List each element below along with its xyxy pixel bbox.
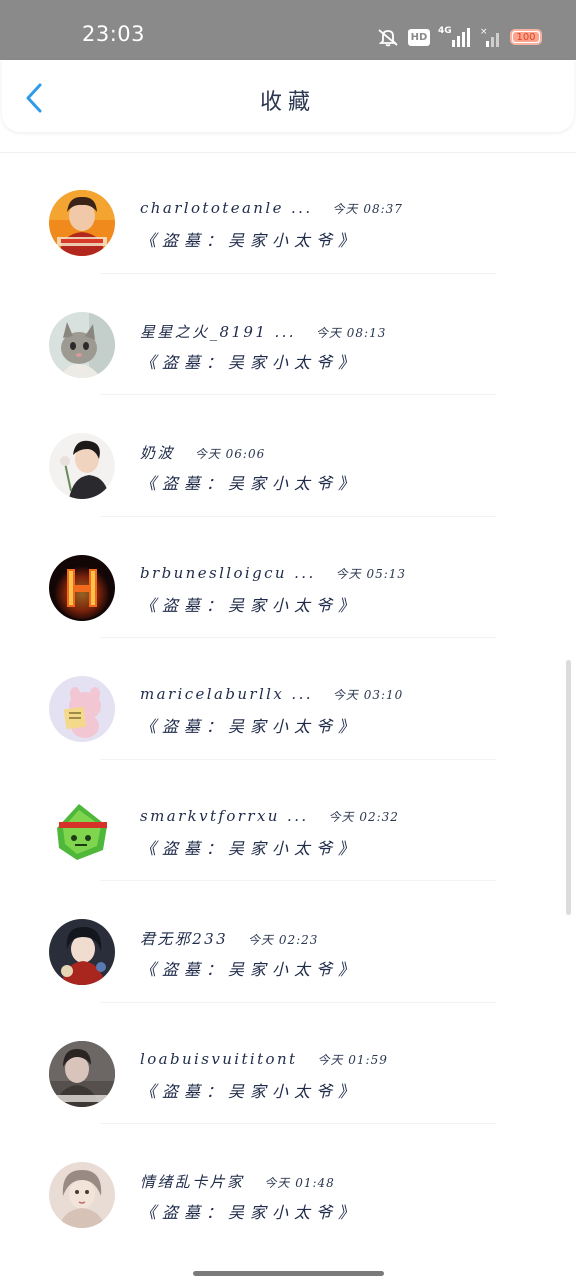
item-name: maricelaburllx ... — [140, 685, 313, 703]
avatar[interactable] — [49, 919, 115, 985]
battery-icon: 100 — [510, 29, 542, 45]
avatar[interactable] — [49, 433, 115, 499]
item-name: 星星之火_8191 ... — [140, 322, 296, 341]
item-subtitle: 《盗墓：吴家小太爷》 — [140, 595, 361, 615]
avatar[interactable] — [49, 1040, 115, 1107]
item-time: 今天 02:23 — [248, 933, 319, 947]
item-name: 君无邪233 — [140, 930, 229, 948]
item-name: charlototeanle ... — [140, 199, 313, 217]
mute-bell-icon — [376, 27, 400, 47]
item-subtitle: 《盗墓：吴家小太爷》 — [140, 717, 361, 736]
list-item[interactable]: 君无邪233 今天 02:23 《盗墓：吴家小太爷》 — [0, 881, 576, 1003]
favorites-list: charlototeanle ... 今天 08:37 《盗墓：吴家小太爷》 星… — [0, 152, 576, 1246]
svg-text:×: × — [480, 27, 488, 37]
item-subtitle: 《盗墓：吴家小太爷》 — [140, 474, 361, 493]
item-subtitle: 《盗墓：吴家小太爷》 — [140, 1203, 361, 1222]
item-subtitle: 《盗墓：吴家小太爷》 — [140, 1081, 361, 1101]
item-time: 今天 02:32 — [328, 809, 399, 824]
page-title: 收藏 — [259, 90, 316, 115]
item-subtitle: 《盗墓：吴家小太爷》 — [140, 960, 361, 979]
home-indicator[interactable] — [193, 1271, 384, 1276]
avatar[interactable] — [49, 311, 115, 378]
item-subtitle: 《盗墓：吴家小太爷》 — [140, 838, 361, 858]
avatar[interactable] — [49, 554, 115, 621]
item-time: 今天 03:10 — [332, 688, 404, 702]
item-name: brbuneslloigcu ... — [140, 563, 316, 582]
avatar[interactable] — [49, 797, 115, 864]
item-time: 今天 08:13 — [315, 325, 387, 340]
item-subtitle: 《盗墓：吴家小太爷》 — [140, 231, 361, 250]
item-name: smarkvtforrxu ... — [140, 806, 309, 825]
signal-2-icon: × — [480, 26, 502, 48]
item-name: 奶波 — [140, 444, 175, 462]
signal-4g-icon: 4G — [438, 26, 472, 48]
item-time: 今天 05:13 — [335, 566, 407, 581]
status-time: 23:03 — [82, 22, 146, 46]
status-icons: HD 4G × 100 — [376, 22, 542, 52]
list-item[interactable]: maricelaburllx ... 今天 03:10 《盗墓：吴家小太爷》 — [0, 638, 576, 760]
item-time: 今天 06:06 — [194, 447, 266, 461]
avatar[interactable] — [49, 190, 115, 256]
list-item[interactable]: charlototeanle ... 今天 08:37 《盗墓：吴家小太爷》 — [0, 152, 576, 274]
list-item[interactable]: 奶波 今天 06:06 《盗墓：吴家小太爷》 — [0, 395, 576, 517]
avatar[interactable] — [49, 676, 115, 742]
list-item[interactable]: smarkvtforrxu ... 今天 02:32 《盗墓：吴家小太爷》 — [0, 760, 576, 881]
item-subtitle: 《盗墓：吴家小太爷》 — [140, 352, 361, 372]
list-item[interactable]: 星星之火_8191 ... 今天 08:13 《盗墓：吴家小太爷》 — [0, 274, 576, 395]
avatar[interactable] — [49, 1162, 115, 1228]
hd-icon: HD — [408, 28, 430, 46]
item-name: loabuisvuititont — [140, 1049, 298, 1068]
list-item[interactable]: brbuneslloigcu ... 今天 05:13 《盗墓：吴家小太爷》 — [0, 517, 576, 638]
status-bar: 23:03 HD 4G × 100 — [0, 0, 576, 60]
item-name: 情绪乱卡片家 — [140, 1173, 245, 1191]
battery-level: 100 — [516, 31, 536, 43]
scrollbar[interactable] — [566, 660, 571, 915]
list-item[interactable]: 情绪乱卡片家 今天 01:48 《盗墓：吴家小太爷》 — [0, 1124, 576, 1246]
item-time: 今天 08:37 — [332, 202, 403, 216]
list-item[interactable]: loabuisvuititont 今天 01:59 《盗墓：吴家小太爷》 — [0, 1003, 576, 1124]
item-time: 今天 01:48 — [264, 1176, 335, 1190]
header: 收藏 — [2, 60, 574, 132]
item-time: 今天 01:59 — [317, 1052, 388, 1067]
